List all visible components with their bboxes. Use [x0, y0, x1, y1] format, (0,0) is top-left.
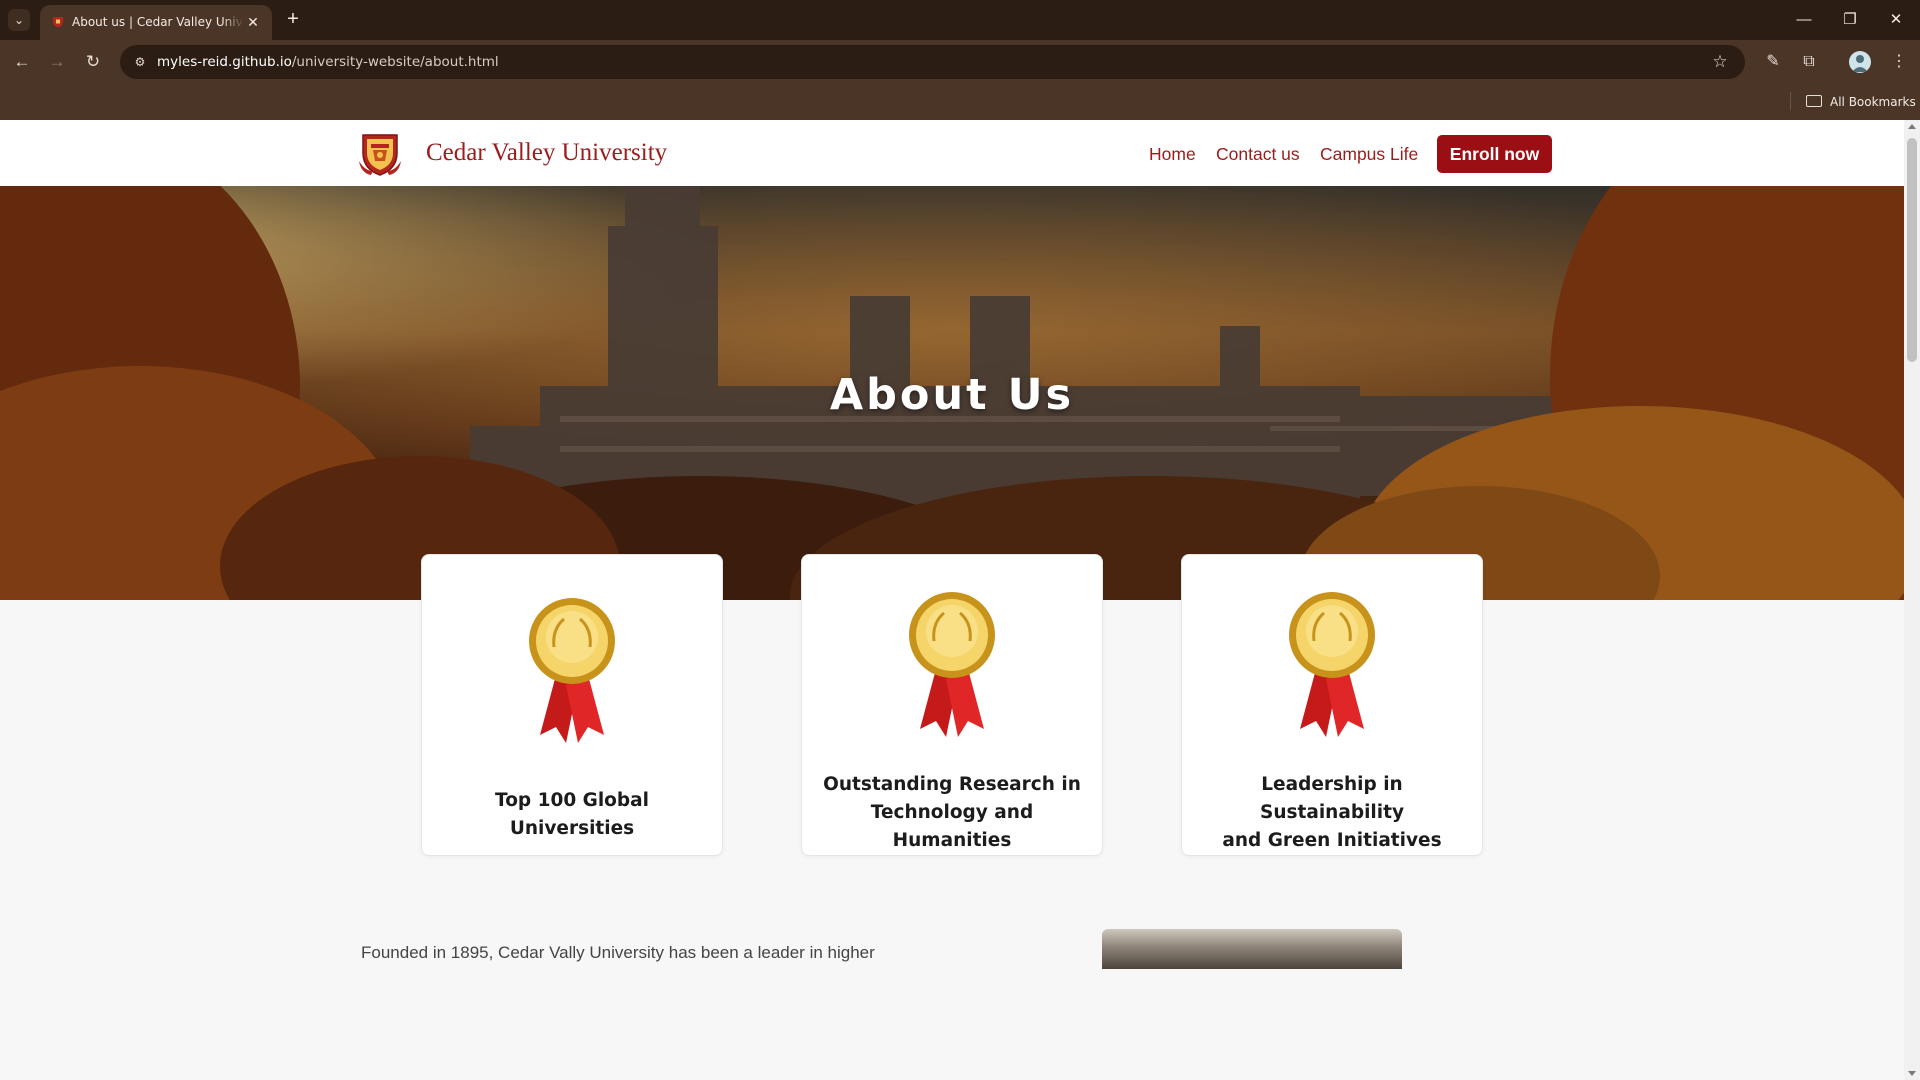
page-viewport: Cedar Valley University Home Contact us … [0, 120, 1904, 1080]
tab-title-fade [222, 11, 244, 33]
nav-home-link[interactable]: Home [1149, 144, 1196, 165]
award-title-line: and Green Initiatives [1222, 830, 1442, 851]
tab-search-icon[interactable]: ⌄ [8, 9, 30, 31]
restore-icon[interactable]: ❐ [1836, 8, 1864, 32]
forward-icon[interactable]: → [45, 50, 69, 74]
address-bar[interactable]: ⚙ myles-reid.github.io/university-websit… [120, 45, 1745, 79]
bookmarks-bar: All Bookmarks [0, 84, 1920, 120]
award-title: Outstanding Research in Technology and Hu… [812, 771, 1092, 855]
university-crest-icon[interactable] [357, 131, 403, 177]
back-icon[interactable]: ← [10, 50, 34, 74]
campus-photo [1102, 929, 1402, 969]
award-card: Top 100 Global Universities [421, 554, 723, 856]
university-favicon-icon [53, 17, 63, 28]
site-info-icon[interactable]: ⚙ [130, 52, 150, 72]
browser-toolbar: ← → ↻ ⚙ myles-reid.github.io/university-… [0, 40, 1920, 84]
hero-title: About Us [829, 370, 1075, 420]
nav-contact-link[interactable]: Contact us [1216, 144, 1300, 165]
tab-strip: ⌄ About us | Cedar Valley University ✕ +… [0, 0, 1920, 40]
tab-close-icon[interactable]: ✕ [244, 13, 262, 31]
award-title-line: Leadership in Sustainability [1260, 774, 1404, 823]
scrollbar-thumb[interactable] [1907, 138, 1917, 362]
url-host: myles-reid.github.io [157, 54, 292, 70]
bookmark-star-icon[interactable]: ☆ [1709, 51, 1731, 73]
award-card: Leadership in Sustainability and Green In… [1181, 554, 1483, 856]
extension-pin-icon[interactable]: ✎ [1761, 50, 1785, 74]
active-tab[interactable]: About us | Cedar Valley University ✕ [40, 5, 272, 40]
scroll-down-arrow-icon[interactable] [1908, 1071, 1916, 1076]
tab-title: About us | Cedar Valley University [72, 15, 242, 29]
gold-medal-icon [1289, 592, 1375, 737]
menu-icon[interactable]: ⋮ [1887, 50, 1911, 74]
bookmarks-separator [1790, 92, 1791, 110]
gold-medal-icon [529, 598, 615, 743]
url-text[interactable]: myles-reid.github.io/university-website/… [157, 54, 499, 70]
award-title: Leadership in Sustainability and Green In… [1192, 771, 1472, 855]
award-card: Outstanding Research in Technology and Hu… [801, 554, 1103, 856]
award-title-line: Top 100 Global Universities [495, 790, 649, 839]
about-intro-text: Founded in 1895, Cedar Vally University … [361, 943, 875, 962]
profile-icon [1852, 55, 1868, 72]
nav-campus-life-link[interactable]: Campus Life [1320, 144, 1418, 165]
close-window-icon[interactable]: ✕ [1882, 8, 1910, 32]
all-bookmarks-label: All Bookmarks [1830, 95, 1916, 109]
award-title-line: Technology and Humanities [870, 802, 1034, 851]
page-scrollbar[interactable] [1904, 120, 1920, 1080]
folder-icon [1806, 95, 1822, 107]
reload-icon[interactable]: ↻ [81, 50, 105, 74]
new-tab-button[interactable]: + [282, 8, 304, 30]
award-title: Top 100 Global Universities [432, 787, 712, 843]
hero-banner: About Us [0, 186, 1904, 600]
site-header: Cedar Valley University Home Contact us … [0, 120, 1904, 186]
all-bookmarks-button[interactable]: All Bookmarks [1806, 91, 1916, 113]
gold-medal-icon [909, 592, 995, 737]
brand-name[interactable]: Cedar Valley University [426, 139, 667, 167]
enroll-now-button[interactable]: Enroll now [1437, 135, 1552, 173]
url-path: /university-website/about.html [291, 54, 499, 70]
scroll-up-arrow-icon[interactable] [1908, 124, 1916, 129]
extensions-icon[interactable]: ⧉ [1797, 50, 1821, 74]
award-title-line: Outstanding Research in [823, 774, 1081, 795]
profile-avatar[interactable] [1849, 51, 1871, 73]
minimize-icon[interactable]: — [1790, 8, 1818, 32]
